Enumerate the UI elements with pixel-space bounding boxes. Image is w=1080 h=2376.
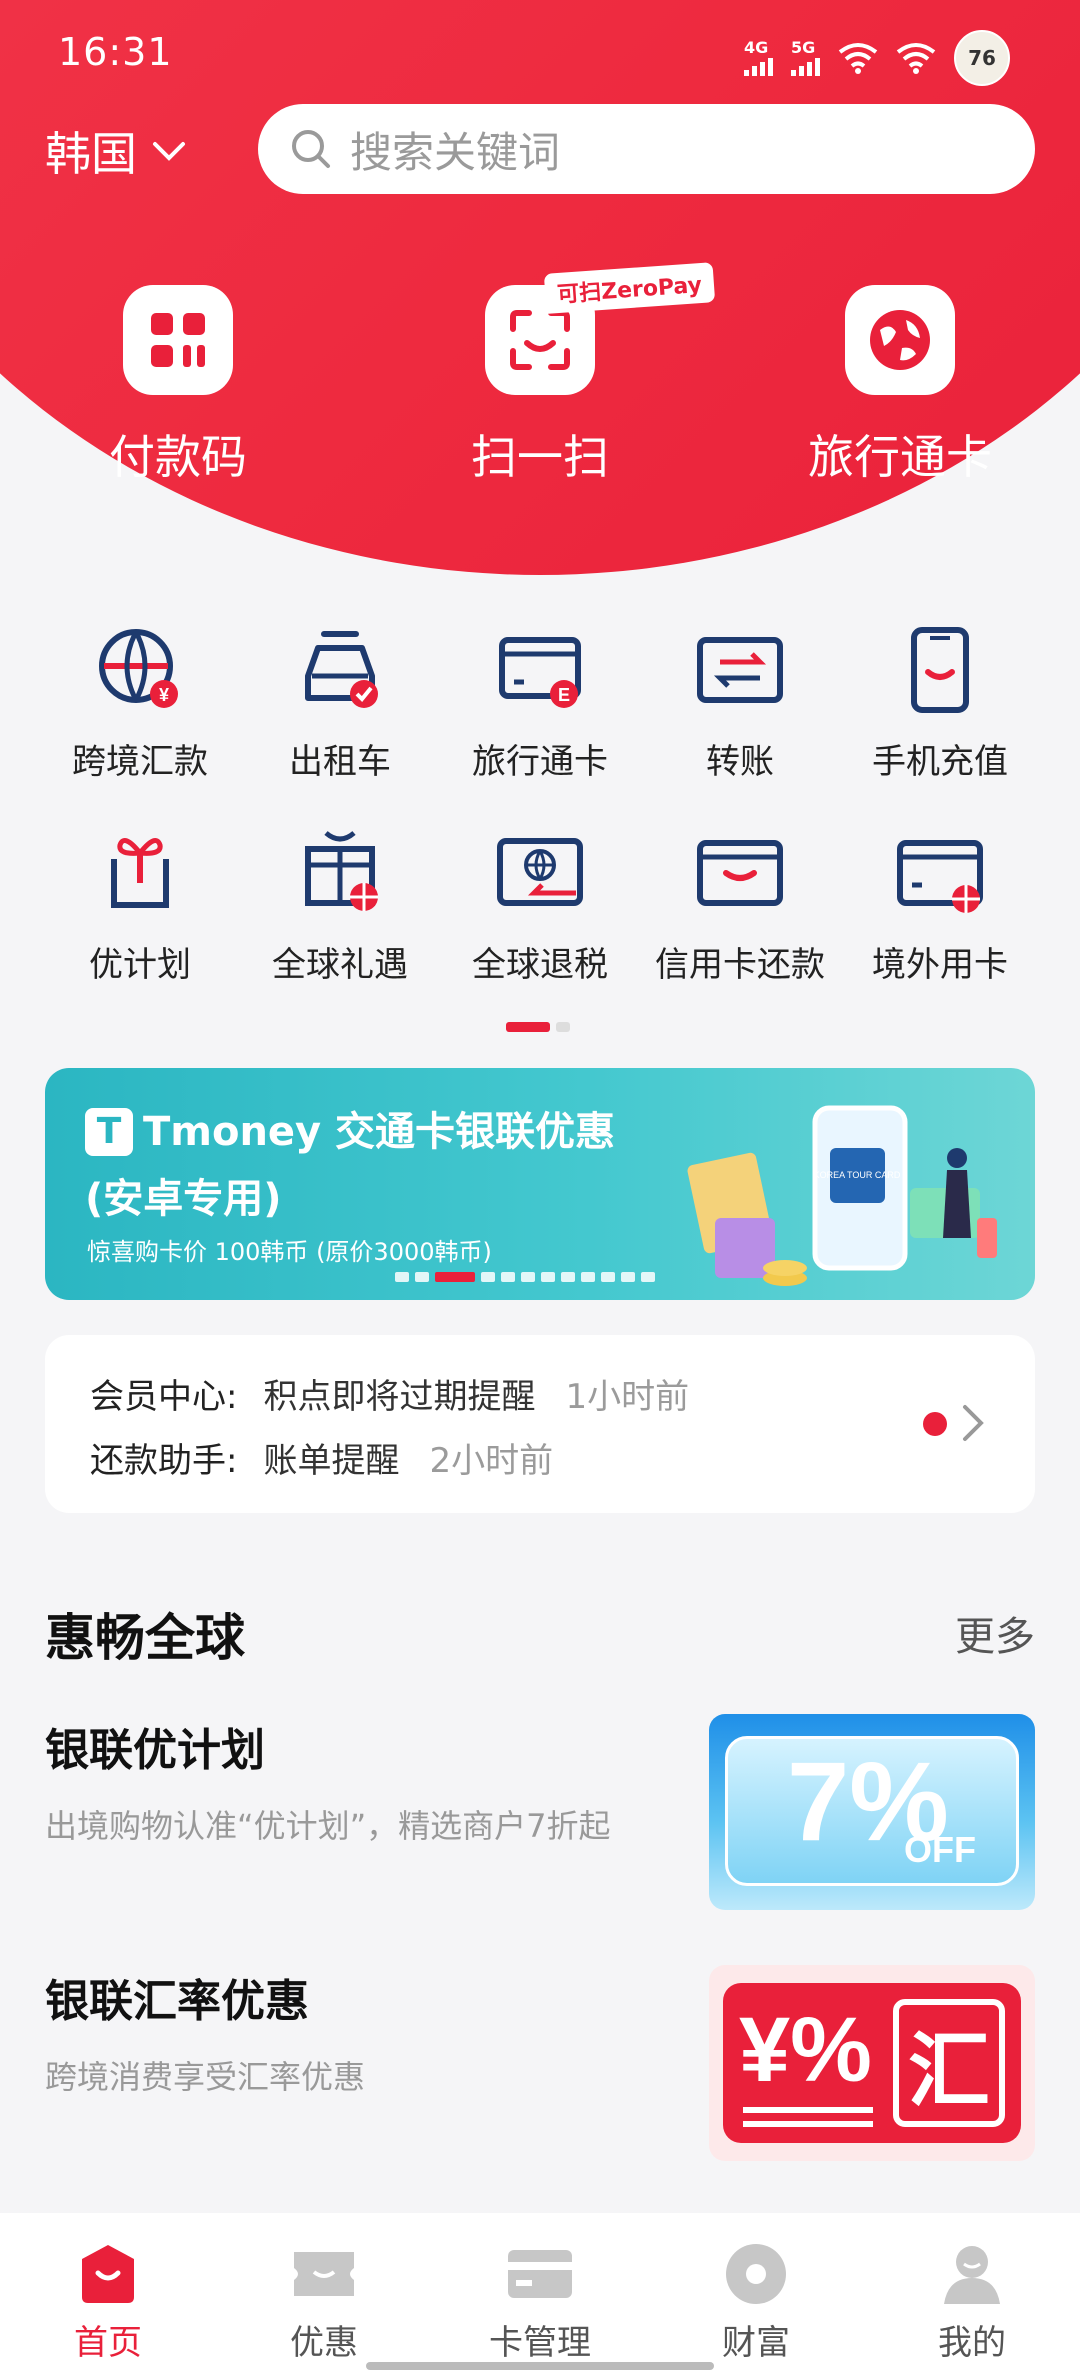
nav-wealth[interactable]: 财富 [648, 2213, 864, 2376]
travel-card-icon: E [490, 620, 590, 720]
grid-pager [506, 1022, 570, 1032]
grid-item-label: 跨境汇款 [72, 742, 208, 782]
payment-code-label: 付款码 [109, 430, 247, 484]
grid-item-taxi[interactable]: 出租车 [240, 620, 440, 783]
grid-item-label: 信用卡还款 [655, 945, 825, 985]
header: 16:31 4G 5G 76 韩国 搜索关键词 付款码 扫一扫 可扫ZeroPa… [0, 0, 1080, 580]
gift-plan-icon [90, 823, 190, 923]
promo-desc: 跨境消费享受汇率优惠 [45, 2058, 366, 2096]
grid-item-label: 手机充值 [872, 742, 1008, 782]
status-time: 16:31 [58, 30, 173, 74]
nav-profile[interactable]: 我的 [864, 2213, 1080, 2376]
overseas-card-icon [890, 823, 990, 923]
nav-card-manage[interactable]: 卡管理 [432, 2213, 648, 2376]
tmoney-banner[interactable]: T Tmoney 交通卡银联优惠 (安卓专用) 惊喜购卡价 100韩币 (原价3… [45, 1068, 1035, 1300]
grid-item-label: 优计划 [89, 945, 191, 985]
travel-card-button[interactable]: 旅行通卡 [790, 285, 1010, 487]
search-icon [292, 130, 330, 168]
nav-label: 首页 [74, 2323, 142, 2363]
coupon-icon [290, 2243, 358, 2305]
section-title: 惠畅全球 [45, 1609, 245, 1667]
wealth-icon [722, 2243, 790, 2305]
scan-label: 扫一扫 [471, 430, 609, 484]
bottom-nav: 首页 优惠 卡管理 财富 我的 [0, 2213, 1080, 2376]
search-placeholder: 搜索关键词 [350, 127, 561, 177]
nav-label: 优惠 [290, 2323, 358, 2363]
tmoney-logo-icon: T [85, 1108, 133, 1156]
payment-code-icon [123, 285, 233, 395]
grid-item-label: 全球礼遇 [272, 945, 408, 985]
region-selector[interactable]: 韩国 [45, 118, 187, 184]
nav-home[interactable]: 首页 [0, 2213, 216, 2376]
profile-icon [938, 2243, 1006, 2305]
home-indicator[interactable] [366, 2362, 714, 2370]
grid-item-label: 境外用卡 [872, 945, 1008, 985]
status-bar: 16:31 4G 5G 76 [0, 0, 1080, 110]
home-icon [74, 2243, 142, 2305]
phone-card-illustration-icon: KOREA TOUR CARD [687, 1105, 997, 1286]
wifi-icon [896, 43, 936, 74]
signal-5g-icon: 5G [791, 40, 820, 76]
credit-repay-icon [690, 823, 790, 923]
wifi-icon [838, 43, 878, 74]
notice-row: 会员中心: 积点即将过期提醒 1小时前 [90, 1377, 690, 1417]
travel-card-label: 旅行通卡 [808, 430, 992, 484]
status-icons: 4G 5G 76 [744, 30, 1010, 86]
banner-pager [395, 1272, 655, 1282]
signal-4g-icon: 4G [744, 40, 773, 76]
grid-item-tax-refund[interactable]: 全球退税 [440, 823, 640, 986]
promo-7-off-image: 7% OFF [709, 1714, 1035, 1910]
notice-card[interactable]: 会员中心: 积点即将过期提醒 1小时前 还款助手: 账单提醒 2小时前 [45, 1335, 1035, 1513]
tax-refund-icon [490, 823, 590, 923]
travel-card-globe-icon [845, 285, 955, 395]
grid-item-label: 出租车 [289, 742, 391, 782]
grid-item-transfer[interactable]: 转账 [640, 620, 840, 783]
nav-coupon[interactable]: 优惠 [216, 2213, 432, 2376]
transfer-icon [690, 620, 790, 720]
nav-label: 财富 [722, 2323, 790, 2363]
scan-button[interactable]: 扫一扫 [430, 285, 650, 487]
taxi-icon [290, 620, 390, 720]
promo-exchange-image: ¥% 汇 [709, 1965, 1035, 2161]
promo-desc: 出境购物认准“优计划”，精选商户7折起 [45, 1807, 611, 1845]
svg-text:E: E [558, 685, 570, 705]
grid-item-phone-topup[interactable]: 手机充值 [840, 620, 1040, 783]
promo-item-youjihua[interactable]: 银联优计划 出境购物认准“优计划”，精选商户7折起 7% OFF [45, 1714, 1035, 1914]
card-manage-icon [506, 2243, 574, 2305]
nav-label: 我的 [938, 2323, 1006, 2363]
grid-item-label: 全球退税 [472, 945, 608, 985]
unread-dot [923, 1412, 947, 1436]
grid-item-credit-repay[interactable]: 信用卡还款 [640, 823, 840, 986]
chevron-right-icon [963, 1405, 984, 1441]
service-grid: ¥ 跨境汇款 出租车 E 旅行通卡 转账 手机充值 优计划 全球礼遇 全球退税 … [40, 620, 1040, 986]
search-input[interactable]: 搜索关键词 [258, 104, 1035, 194]
banner-title: T Tmoney 交通卡银联优惠 [85, 1106, 615, 1158]
region-label: 韩国 [45, 127, 137, 181]
svg-text:KOREA TOUR CARD: KOREA TOUR CARD [814, 1170, 901, 1180]
grid-item-gift-plan[interactable]: 优计划 [40, 823, 240, 986]
grid-item-label: 转账 [706, 742, 774, 782]
promo-item-exchange-rate[interactable]: 银联汇率优惠 跨境消费享受汇率优惠 ¥% 汇 [45, 1965, 1035, 2165]
global-gift-icon [290, 823, 390, 923]
banner-subtitle: (安卓专用) [85, 1176, 282, 1222]
phone-topup-icon [890, 620, 990, 720]
grid-item-overseas-card[interactable]: 境外用卡 [840, 823, 1040, 986]
grid-item-global-gift[interactable]: 全球礼遇 [240, 823, 440, 986]
cross-border-remit-icon: ¥ [90, 620, 190, 720]
status-avatar: 76 [954, 30, 1010, 86]
notice-row: 还款助手: 账单提醒 2小时前 [90, 1441, 554, 1481]
grid-item-travel-card[interactable]: E 旅行通卡 [440, 620, 640, 783]
chevron-down-icon [153, 142, 185, 161]
svg-text:¥: ¥ [159, 685, 169, 705]
payment-code-button[interactable]: 付款码 [68, 285, 288, 487]
more-link[interactable]: 更多 [955, 1604, 1035, 1662]
grid-item-label: 旅行通卡 [472, 742, 608, 782]
banner-price: 惊喜购卡价 100韩币 (原价3000韩币) [87, 1238, 492, 1266]
grid-item-cross-border-remit[interactable]: ¥ 跨境汇款 [40, 620, 240, 783]
nav-label: 卡管理 [489, 2323, 591, 2363]
